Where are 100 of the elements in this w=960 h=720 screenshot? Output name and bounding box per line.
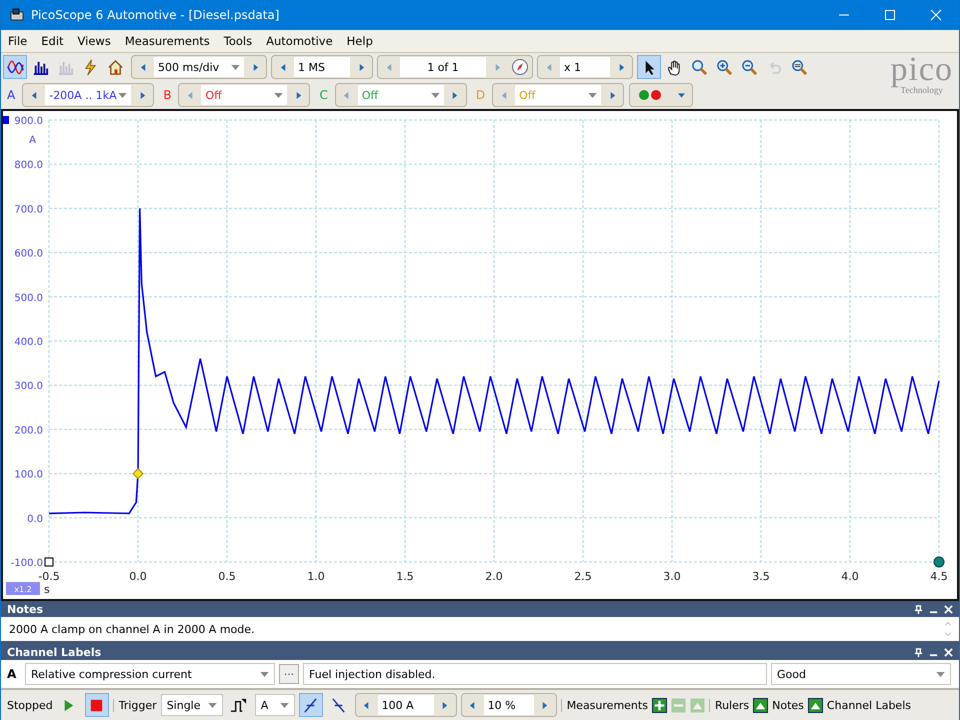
caret-icon [231, 64, 240, 70]
y-axis-label: 0.0 [27, 514, 43, 525]
logo: pico Technology [890, 55, 953, 95]
channel-dots-icon [637, 89, 664, 101]
right-arrow-icon [294, 90, 302, 100]
y-axis-unit: A [29, 135, 36, 146]
y-axis-label: 500.0 [14, 292, 43, 304]
pin-icon[interactable] [914, 648, 923, 656]
status-text: Stopped [7, 698, 53, 712]
channel-letter: A [7, 667, 18, 681]
panel-title: Channel Labels [7, 646, 102, 658]
notes-label: Notes [772, 698, 804, 712]
timebase-dropdown[interactable]: 500 ms/div [154, 57, 244, 77]
caret-icon [208, 702, 217, 708]
caret-icon [430, 92, 440, 98]
left-arrow-icon [30, 90, 38, 100]
close-icon[interactable] [944, 604, 953, 614]
x-axis-label: 2.5 [574, 570, 592, 583]
x-axis-label: 1.0 [307, 570, 325, 583]
more-button[interactable]: ··· [279, 664, 299, 684]
trigger-channel-dropdown[interactable]: A [254, 694, 295, 716]
trigger-marker[interactable] [132, 468, 144, 480]
x-axis-label: 3.5 [752, 570, 770, 583]
x-axis-label: 4.5 [930, 570, 948, 583]
menu-item[interactable]: Help [340, 34, 380, 48]
pulse-icon [230, 696, 248, 714]
ruler-handle[interactable] [44, 558, 54, 566]
x-axis-label: -0.5 [38, 570, 60, 583]
trigger-label: Trigger [112, 698, 157, 712]
y-axis-label: 700.0 [14, 204, 43, 216]
add-icon[interactable] [652, 698, 667, 712]
right-arrow-icon [451, 90, 458, 100]
triangle-toggle-icon[interactable] [753, 698, 768, 712]
pointer-button[interactable] [637, 55, 661, 79]
x-axis-label: 4.0 [841, 570, 859, 583]
x-axis-unit: s [44, 583, 50, 596]
menu-item[interactable]: File [1, 34, 34, 48]
x-axis-label: 2.0 [485, 570, 503, 583]
x-axis-label: 3.0 [663, 570, 681, 583]
menu-item[interactable]: Edit [34, 34, 71, 48]
right-arrow-icon [252, 62, 258, 72]
right-arrow-icon [138, 90, 146, 100]
zoom-in-icon [716, 58, 732, 76]
left-arrow-icon [343, 90, 350, 100]
caret-icon [280, 702, 289, 708]
y-axis-label: 200.0 [14, 425, 43, 436]
rulers-label: Rulers [708, 698, 750, 712]
rising-edge-button[interactable] [298, 693, 323, 717]
scale-label: x1.2 [14, 585, 32, 594]
caret-icon [118, 92, 128, 98]
menu-item[interactable]: Measurements [118, 34, 217, 48]
ruler-handle[interactable] [934, 556, 944, 568]
description-field[interactable]: Fuel injection disabled. [303, 663, 767, 685]
rating-dropdown[interactable]: Good [771, 663, 951, 685]
x-axis-label: 0.5 [218, 570, 236, 583]
pin-icon[interactable] [914, 604, 923, 614]
menu-item[interactable]: Automotive [259, 34, 340, 48]
scope-button[interactable] [3, 55, 27, 79]
channel-letter[interactable]: A [3, 88, 20, 102]
scale-badge [6, 582, 40, 595]
window-title: PicoScope 6 Automotive - [Diesel.psdata] [31, 8, 280, 22]
range-dropdown[interactable]: Off [201, 85, 288, 105]
panel-title: Notes [7, 602, 44, 616]
left-arrow-icon [500, 90, 508, 100]
rising-edge-icon [302, 696, 320, 714]
caret-icon [936, 672, 945, 676]
caret-icon [274, 92, 284, 98]
channel-marker [3, 116, 9, 124]
trigger-mode-dropdown[interactable]: Single [160, 694, 223, 716]
right-arrow-icon [608, 90, 616, 100]
magnifier-icon [790, 58, 808, 76]
triangle-toggle-icon[interactable] [808, 698, 823, 712]
y-axis-label: -100.0 [10, 558, 43, 569]
x-axis-label: 1.5 [396, 570, 414, 583]
y-axis-label: 300.0 [14, 381, 43, 392]
caret-icon [678, 90, 685, 100]
left-arrow-icon [186, 90, 194, 100]
magnifier-icon [690, 58, 708, 76]
caret-icon [260, 672, 269, 676]
caret-icon [588, 92, 598, 98]
notes-text[interactable]: 2000 A clamp on channel A in 2000 A mode. [9, 622, 255, 636]
hand-icon [666, 58, 682, 76]
channel-labels-label: Channel Labels [826, 698, 911, 712]
menu-item[interactable]: Views [70, 34, 118, 48]
y-axis-label: 400.0 [14, 337, 43, 348]
stop-button[interactable] [84, 693, 109, 717]
x-axis-label: 0.0 [129, 570, 147, 583]
home-icon [106, 58, 124, 76]
y-axis-label: 900.0 [14, 116, 43, 127]
y-axis-label: 600.0 [14, 248, 43, 260]
menu-item[interactable]: Tools [216, 34, 260, 48]
y-axis-label: 100.0 [14, 470, 43, 481]
zoom-out-icon [740, 58, 758, 76]
label-dropdown[interactable]: Relative compression current [25, 663, 275, 685]
close-icon[interactable] [944, 648, 953, 656]
left-arrow-icon [140, 62, 146, 72]
range-dropdown[interactable]: -200A .. 1kA [45, 85, 132, 105]
falling-edge-icon [330, 696, 348, 714]
measurements-label: Measurements [560, 698, 648, 712]
sine-wave-icon [6, 58, 24, 76]
